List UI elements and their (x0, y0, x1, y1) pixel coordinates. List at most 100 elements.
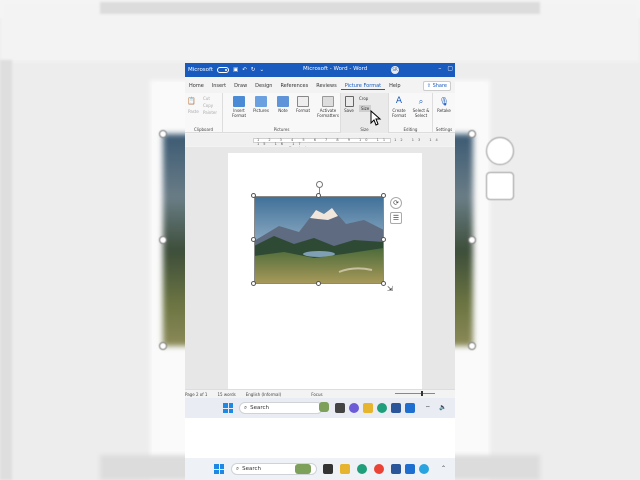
note-button[interactable]: Note (273, 96, 293, 113)
background-layout-icon (486, 172, 514, 200)
wifi-icon[interactable]: ⌔ (425, 404, 431, 412)
resize-handle-ml[interactable] (251, 237, 256, 242)
resize-handle-bc[interactable] (316, 281, 321, 286)
resize-handle-tc[interactable] (316, 193, 321, 198)
group-editing: A Create Format ⌕ Select & Select Editing (389, 93, 433, 133)
task-view-icon[interactable] (323, 464, 333, 474)
refresh-icon[interactable]: ⟳ (390, 197, 402, 209)
tab-reviews[interactable]: Reviews (312, 83, 340, 89)
save-icon[interactable]: ▣ (233, 67, 238, 73)
select-button[interactable]: ⌕ Select & Select (411, 96, 431, 118)
background-left-ruler (0, 60, 12, 480)
tab-home[interactable]: Home (185, 83, 208, 89)
tab-references[interactable]: References (276, 83, 312, 89)
picture-icon (233, 96, 245, 107)
tab-design[interactable]: Design (251, 83, 276, 89)
avatar[interactable]: SR (391, 66, 399, 74)
blank-area (185, 418, 455, 458)
background-handle (159, 236, 167, 244)
word-count[interactable]: 15 words (217, 392, 235, 397)
resize-handle-br[interactable] (381, 281, 386, 286)
microphone-icon: 🎙 (438, 97, 450, 106)
file-explorer-icon[interactable] (363, 403, 373, 413)
telegram-icon[interactable] (419, 464, 429, 474)
format-painter-button[interactable]: Painter (203, 110, 217, 115)
taskbar-bottom: ⌕ Search ⌃ (185, 458, 455, 480)
edge-icon[interactable] (377, 403, 387, 413)
customize-icon[interactable]: ⌄ (259, 67, 264, 73)
file-explorer-icon[interactable] (340, 464, 350, 474)
create-format-button[interactable]: A Create Format (389, 96, 409, 118)
pictures-button[interactable]: Pictures (251, 96, 271, 113)
ruler-area: 1 2 3 4 5 6 7 8 9 10 11 12 13 14 15 16 1… (185, 134, 455, 146)
ruler-numbers: 1 2 3 4 5 6 7 8 9 10 11 12 13 14 15 16 1… (257, 138, 442, 146)
ribbon: 📋 Paste Cut Copy Painter Clipboard Inser… (185, 93, 455, 133)
taskbar-search-input[interactable]: ⌕ Search (239, 402, 323, 414)
focus-button[interactable]: Focus (311, 392, 322, 397)
resize-handle-tr[interactable] (381, 193, 386, 198)
background-ruler (100, 2, 540, 14)
task-view-icon[interactable] (335, 403, 345, 413)
zoom-slider[interactable] (395, 393, 435, 394)
minimize-icon[interactable]: – (438, 65, 441, 72)
word-taskbar-icon[interactable] (391, 403, 401, 413)
overflow-icon[interactable]: ⌃ (441, 465, 446, 472)
search-icon: ⌕ (236, 465, 240, 472)
retake-button[interactable]: 🎙 Retake (434, 96, 454, 113)
insert-format-button[interactable]: Insert Format (229, 96, 249, 118)
redo-icon[interactable]: ↻ (251, 67, 256, 73)
group-label: Settings (435, 127, 453, 132)
volume-icon[interactable]: 🔈 (439, 404, 446, 411)
group-pictures: Insert Format Pictures Note Format Activ… (223, 93, 341, 133)
save-ribbon-button[interactable]: Save (343, 96, 355, 113)
tab-draw[interactable]: Draw (230, 83, 251, 89)
zoom-knob[interactable] (421, 391, 423, 396)
cut-button[interactable]: Cut (203, 96, 210, 101)
chat-icon[interactable] (349, 403, 359, 413)
background-handle (159, 130, 167, 138)
windows-start-icon[interactable] (223, 403, 233, 413)
share-button[interactable]: ⇪ Share (422, 81, 451, 91)
resize-handle-bl[interactable] (251, 281, 256, 286)
group-settings: 🎙 Retake Settings (433, 93, 455, 133)
background-rotate-icon (486, 137, 514, 165)
text-a-icon: A (395, 96, 403, 106)
layout-options-icon[interactable]: ☰ (390, 212, 402, 224)
windows-start-icon[interactable] (214, 464, 224, 474)
weather-widget-icon[interactable] (295, 464, 311, 474)
note-icon (277, 96, 289, 107)
crop-button[interactable]: Crop (359, 96, 368, 101)
resize-handle-mr[interactable] (381, 237, 386, 242)
chrome-icon[interactable] (374, 464, 384, 474)
picture-selection-frame (254, 196, 384, 284)
group-label: Pictures (273, 127, 290, 132)
taskbar-top: ⌕ Search ⌔ 🔈 (185, 398, 455, 418)
copy-button[interactable]: Copy (203, 103, 213, 108)
tab-picture-format[interactable]: Picture Format (340, 83, 386, 90)
group-clipboard: 📋 Paste Cut Copy Painter Clipboard (185, 93, 223, 133)
mail-icon[interactable] (405, 403, 415, 413)
word-taskbar-icon[interactable] (391, 464, 401, 474)
maximize-icon[interactable]: ▢ (447, 65, 453, 72)
group-label: Clipboard (193, 127, 214, 132)
tab-help[interactable]: Help (385, 83, 404, 89)
paste-label[interactable]: Paste (188, 109, 199, 114)
language-status[interactable]: English (Informal) (246, 392, 281, 397)
edge-icon[interactable] (357, 464, 367, 474)
tab-insert[interactable]: Insert (208, 83, 230, 89)
background-handle (468, 342, 476, 350)
pictures-icon (255, 96, 267, 107)
resize-handle-tl[interactable] (251, 193, 256, 198)
rotate-handle[interactable] (316, 181, 323, 188)
group-label: Size (360, 127, 369, 132)
ribbon-tabs: Home Insert Draw Design References Revie… (185, 79, 455, 93)
mail-icon[interactable] (405, 464, 415, 474)
format-button[interactable]: Format (293, 96, 313, 113)
activate-formatters-button[interactable]: Activate Formatters (316, 96, 340, 118)
autosave-toggle[interactable] (217, 67, 230, 73)
undo-icon[interactable]: ↶ (242, 67, 247, 73)
word-window: Microsoft ▣ ↶ ↻ ⌄ Microsoft - Word - Wor… (185, 63, 455, 480)
paste-icon[interactable]: 📋 (187, 97, 196, 105)
weather-widget-icon[interactable] (319, 402, 329, 412)
page-count[interactable]: Page 2 of 1 (185, 392, 207, 397)
